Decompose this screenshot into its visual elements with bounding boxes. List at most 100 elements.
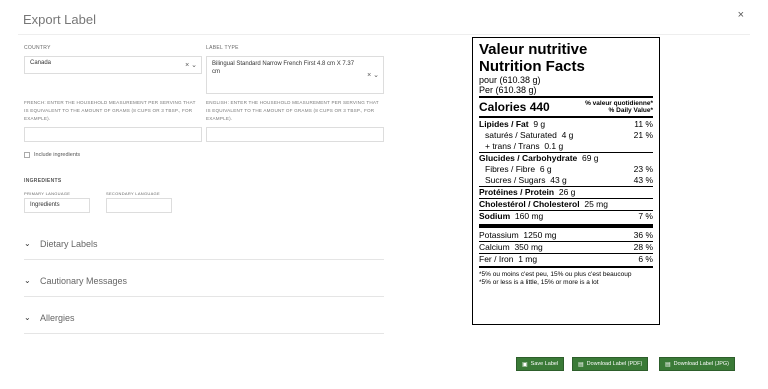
footnote-french: *5% ou moins c'est peu, 15% ou plus c'es… <box>479 271 632 278</box>
nutrient-row: Calcium 350 mg 28 % <box>479 242 653 253</box>
primary-language-value: Ingredients <box>30 202 60 208</box>
label-type-label: LABEL TYPE <box>206 45 239 51</box>
nutrient-dv: 43 % <box>633 175 653 185</box>
nutrient-label: Calcium <box>479 242 510 252</box>
divider <box>479 116 653 118</box>
accordion-label: Dietary Labels <box>40 238 98 249</box>
nutrient-dv: 36 % <box>633 230 653 240</box>
clear-icon[interactable]: × <box>185 62 189 69</box>
divider <box>479 224 653 228</box>
calories-label: Calories <box>479 100 527 114</box>
label-type-value: Bilingual Standard Narrow French First 4… <box>212 61 355 75</box>
country-label: COUNTRY <box>24 45 51 51</box>
title-english: Nutrition Facts <box>479 58 585 75</box>
nutrient-dv: 23 % <box>633 164 653 174</box>
nutrient-amount: 9 g <box>533 119 546 129</box>
serving-french: pour (610.38 g) <box>479 75 541 85</box>
export-label-dialog: Export Label × COUNTRY Canada × ⌄ LABEL … <box>0 0 768 389</box>
nutrient-amount: 1250 mg <box>523 230 557 240</box>
nutrient-row: Sucres / Sugars 43 g 43 % <box>479 175 653 186</box>
accordion-label: Cautionary Messages <box>40 275 128 286</box>
nutrient-amount: 25 mg <box>584 199 608 209</box>
download-pdf-button[interactable]: ▤ Download Label (PDF) <box>572 357 649 371</box>
download-jpg-button[interactable]: ▤ Download Label (JPG) <box>659 357 736 371</box>
calories-row: Calories 440 % valeur quotidienne* % Dai… <box>479 99 653 115</box>
nutrient-label: Sodium <box>479 211 511 221</box>
chevron-down-icon: ⌄ <box>24 239 31 248</box>
nutrient-amount: 350 mg <box>514 242 543 252</box>
nutrition-facts-label: Valeur nutritive Nutrition Facts pour (6… <box>472 37 660 325</box>
nutrient-row: Protéines / Protein 26 g <box>479 187 653 198</box>
nutrient-dv: 11 % <box>634 119 653 129</box>
checkbox-box[interactable] <box>24 152 30 158</box>
nutrient-row: Lipides / Fat 9 g 11 % <box>479 119 653 130</box>
nutrient-row: Sodium 160 mg 7 % <box>479 211 653 222</box>
nutrient-label: Fibres / Fibre <box>485 164 536 174</box>
nutrient-label: Protéines / Protein <box>479 187 555 197</box>
nutrient-label: Fer / Iron <box>479 254 514 264</box>
nutrient-amount: 1 mg <box>518 254 538 264</box>
nutrient-row: saturés / Saturated 4 g 21 % <box>479 130 653 141</box>
label-type-controls: × ⌄ <box>367 71 379 79</box>
primary-language-input[interactable]: Ingredients <box>24 198 90 213</box>
include-ingredients-checkbox[interactable]: Include ingredients <box>24 152 80 158</box>
divider <box>479 96 653 98</box>
header-divider <box>18 34 750 35</box>
image-icon: ▤ <box>665 361 671 368</box>
include-ingredients-label: Include ingredients <box>34 152 81 158</box>
nutrient-label: saturés / Saturated <box>485 130 557 140</box>
title-french: Valeur nutritive <box>479 41 588 58</box>
french-measurement-hint: FRENCH: ENTER THE HOUSEHOLD MEASUREMENT … <box>24 100 196 121</box>
divider <box>479 266 653 268</box>
ingredients-heading: INGREDIENTS <box>24 178 62 184</box>
nutrient-label: Potassium <box>479 230 519 240</box>
nutrient-dv: 7 % <box>638 211 653 221</box>
nutrient-dv: 6 % <box>638 254 653 264</box>
secondary-language-input[interactable] <box>106 198 172 213</box>
nutrient-row: Cholestérol / Cholesterol 25 mg <box>479 199 653 210</box>
nutrient-dv: 28 % <box>633 242 653 252</box>
country-controls: × ⌄ <box>185 61 197 69</box>
nutrient-amount: 4 g <box>561 130 574 140</box>
country-select[interactable]: Canada × ⌄ <box>24 56 202 74</box>
close-icon[interactable]: × <box>738 9 744 21</box>
secondary-language-label: SECONDARY LANGUAGE <box>106 191 160 196</box>
accordion-dietary-labels[interactable]: ⌄ Dietary Labels <box>24 228 384 260</box>
nutrient-label: + trans / Trans <box>485 141 540 151</box>
dialog-title: Export Label <box>23 12 96 27</box>
nutrient-row: Potassium 1250 mg 36 % <box>479 230 653 241</box>
button-label: Save Label <box>530 361 559 367</box>
save-icon: ▣ <box>522 361 528 368</box>
accordion-allergies[interactable]: ⌄ Allergies <box>24 302 384 334</box>
nutrient-label: Cholestérol / Cholesterol <box>479 199 580 209</box>
footnote: *5% ou moins c'est peu, 15% ou plus c'es… <box>479 269 653 287</box>
french-measurement-input[interactable] <box>24 127 202 142</box>
nutrient-amount: 26 g <box>558 187 576 197</box>
nutrient-dv: 21 % <box>633 130 653 140</box>
label-type-select[interactable]: Bilingual Standard Narrow French First 4… <box>206 56 384 94</box>
accordion-cautionary-messages[interactable]: ⌄ Cautionary Messages <box>24 265 384 297</box>
nutrient-amount: 69 g <box>581 153 599 163</box>
nutrient-label: Glucides / Carbohydrate <box>479 153 578 163</box>
nutrient-label: Lipides / Fat <box>479 119 529 129</box>
chevron-down-icon[interactable]: ⌄ <box>373 72 379 79</box>
nutrient-row: Glucides / Carbohydrate 69 g <box>479 153 653 164</box>
nutrient-row: Fibres / Fibre 6 g 23 % <box>479 164 653 175</box>
chevron-down-icon[interactable]: ⌄ <box>191 62 197 69</box>
document-icon: ▤ <box>578 361 584 368</box>
accordion-label: Allergies <box>40 312 75 323</box>
english-measurement-input[interactable] <box>206 127 384 142</box>
nutrient-row: Fer / Iron 1 mg 6 % <box>479 254 653 265</box>
nutrient-row: + trans / Trans 0.1 g <box>479 141 653 152</box>
serving-english: Per (610.38 g) <box>479 85 537 95</box>
chevron-down-icon: ⌄ <box>24 313 31 322</box>
nutrient-amount: 160 mg <box>514 211 544 221</box>
nutrient-amount: 6 g <box>539 164 552 174</box>
primary-language-label: PRIMARY LANGUAGE <box>24 191 71 196</box>
dv-header-english: % Daily Value* <box>608 107 653 114</box>
save-label-button[interactable]: ▣ Save Label <box>516 357 565 371</box>
clear-icon[interactable]: × <box>367 72 371 79</box>
footnote-english: *5% or less is a little, 15% or more is … <box>479 279 599 286</box>
button-label: Download Label (JPG) <box>673 361 730 367</box>
country-value: Canada <box>30 60 52 66</box>
